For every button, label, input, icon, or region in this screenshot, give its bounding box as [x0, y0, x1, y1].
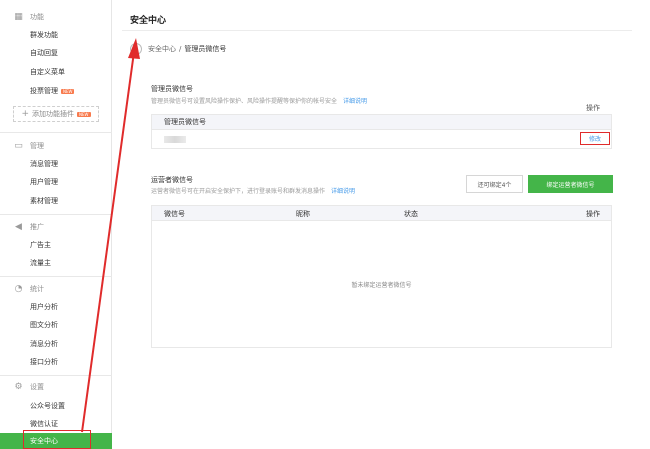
operator-section-title: 运营者微信号 [151, 176, 193, 184]
breadcrumb: ‹ 安全中心 / 管理员微信号 [130, 43, 226, 55]
breadcrumb-current: 管理员微信号 [184, 45, 227, 53]
annotation-highlight-box [23, 430, 91, 449]
sidebar-item-messages[interactable]: 消息管理 [30, 157, 58, 171]
sidebar-divider [0, 276, 112, 277]
sidebar-item-article-analysis[interactable]: 图文分析 [30, 318, 58, 332]
page-title: 安全中心 [130, 16, 167, 26]
grid-icon: ▦ [14, 11, 23, 22]
admin-table-header: 管理员微信号 [152, 115, 611, 130]
admin-ops-header: 操作 [586, 104, 600, 112]
chat-icon: ▭ [14, 140, 23, 151]
sidebar-item-custom-menu[interactable]: 自定义菜单 [30, 65, 65, 79]
operator-detail-link[interactable]: 详细说明 [331, 188, 355, 195]
new-badge: NEW [77, 111, 91, 117]
bind-operator-button[interactable]: 绑定运营者微信号 [528, 175, 613, 193]
sidebar-section-stats: ◔ 统计 [14, 283, 44, 294]
sidebar-item-publisher[interactable]: 流量主 [30, 256, 51, 270]
sidebar-divider [0, 375, 112, 376]
sidebar: ▦ 功能 群发功能 自动回复 自定义菜单 投票管理 NEW + 添加功能插件 N… [0, 0, 112, 449]
empty-state-message: 暂未绑定运营者微信号 [351, 282, 412, 289]
sidebar-item-advertiser[interactable]: 广告主 [30, 238, 51, 252]
new-badge: NEW [61, 88, 75, 94]
sidebar-section-promo: ◀ 推广 [15, 221, 44, 232]
admin-section-desc: 管理员微信号可设置风险操作保护、风险操作提醒等保护你的帐号安全 详细说明 [151, 98, 368, 105]
sidebar-item-verification[interactable]: 微信认证 [30, 417, 58, 431]
sidebar-item-auto-reply[interactable]: 自动回复 [30, 46, 58, 60]
gear-icon: ⚙ [14, 381, 23, 392]
sidebar-divider [0, 214, 112, 215]
sidebar-item-materials[interactable]: 素材管理 [30, 194, 58, 208]
add-plugin-button[interactable]: + 添加功能插件 NEW [13, 106, 99, 122]
blurred-wechat-id [164, 135, 186, 143]
operator-table-header: 微信号 昵称 状态 操作 [152, 206, 611, 221]
col-wechat-id: 微信号 [164, 210, 185, 218]
title-divider [122, 30, 632, 31]
sidebar-item-vote[interactable]: 投票管理 NEW [30, 84, 75, 98]
sidebar-section-settings: ⚙ 设置 [14, 381, 44, 392]
operator-table: 微信号 昵称 状态 操作 暂未绑定运营者微信号 [151, 205, 612, 348]
remaining-bind-count: 还可绑定4个 [466, 175, 523, 193]
sidebar-divider [0, 132, 112, 133]
breadcrumb-parent[interactable]: 安全中心 [148, 44, 176, 54]
col-status: 状态 [404, 210, 418, 218]
megaphone-icon: ◀ [15, 221, 22, 232]
sidebar-item-account-settings[interactable]: 公众号设置 [30, 399, 65, 413]
breadcrumb-separator: / [179, 45, 182, 53]
sidebar-item-api-analysis[interactable]: 接口分析 [30, 355, 58, 369]
sidebar-section-manage: ▭ 管理 [14, 140, 44, 151]
sidebar-item-users[interactable]: 用户管理 [30, 175, 58, 189]
sidebar-item-message-analysis[interactable]: 消息分析 [30, 337, 58, 351]
col-nickname: 昵称 [296, 210, 310, 218]
operator-section-desc: 运营者微信号可在开启安全保护下，进行登录账号和群发消息操作 详细说明 [151, 188, 356, 195]
pie-chart-icon: ◔ [14, 283, 23, 294]
sidebar-section-feature: ▦ 功能 [14, 11, 44, 22]
table-row: 修改 [152, 130, 611, 148]
admin-section-title: 管理员微信号 [151, 85, 193, 93]
plus-icon: + [21, 109, 30, 119]
admin-detail-link[interactable]: 详细说明 [343, 98, 367, 105]
admin-table: 管理员微信号 修改 [151, 114, 612, 149]
sidebar-item-mass-send[interactable]: 群发功能 [30, 28, 58, 42]
modify-button[interactable]: 修改 [580, 132, 610, 145]
col-ops: 操作 [586, 210, 600, 218]
sidebar-item-user-analysis[interactable]: 用户分析 [30, 300, 58, 314]
back-arrow-icon[interactable]: ‹ [130, 43, 142, 55]
